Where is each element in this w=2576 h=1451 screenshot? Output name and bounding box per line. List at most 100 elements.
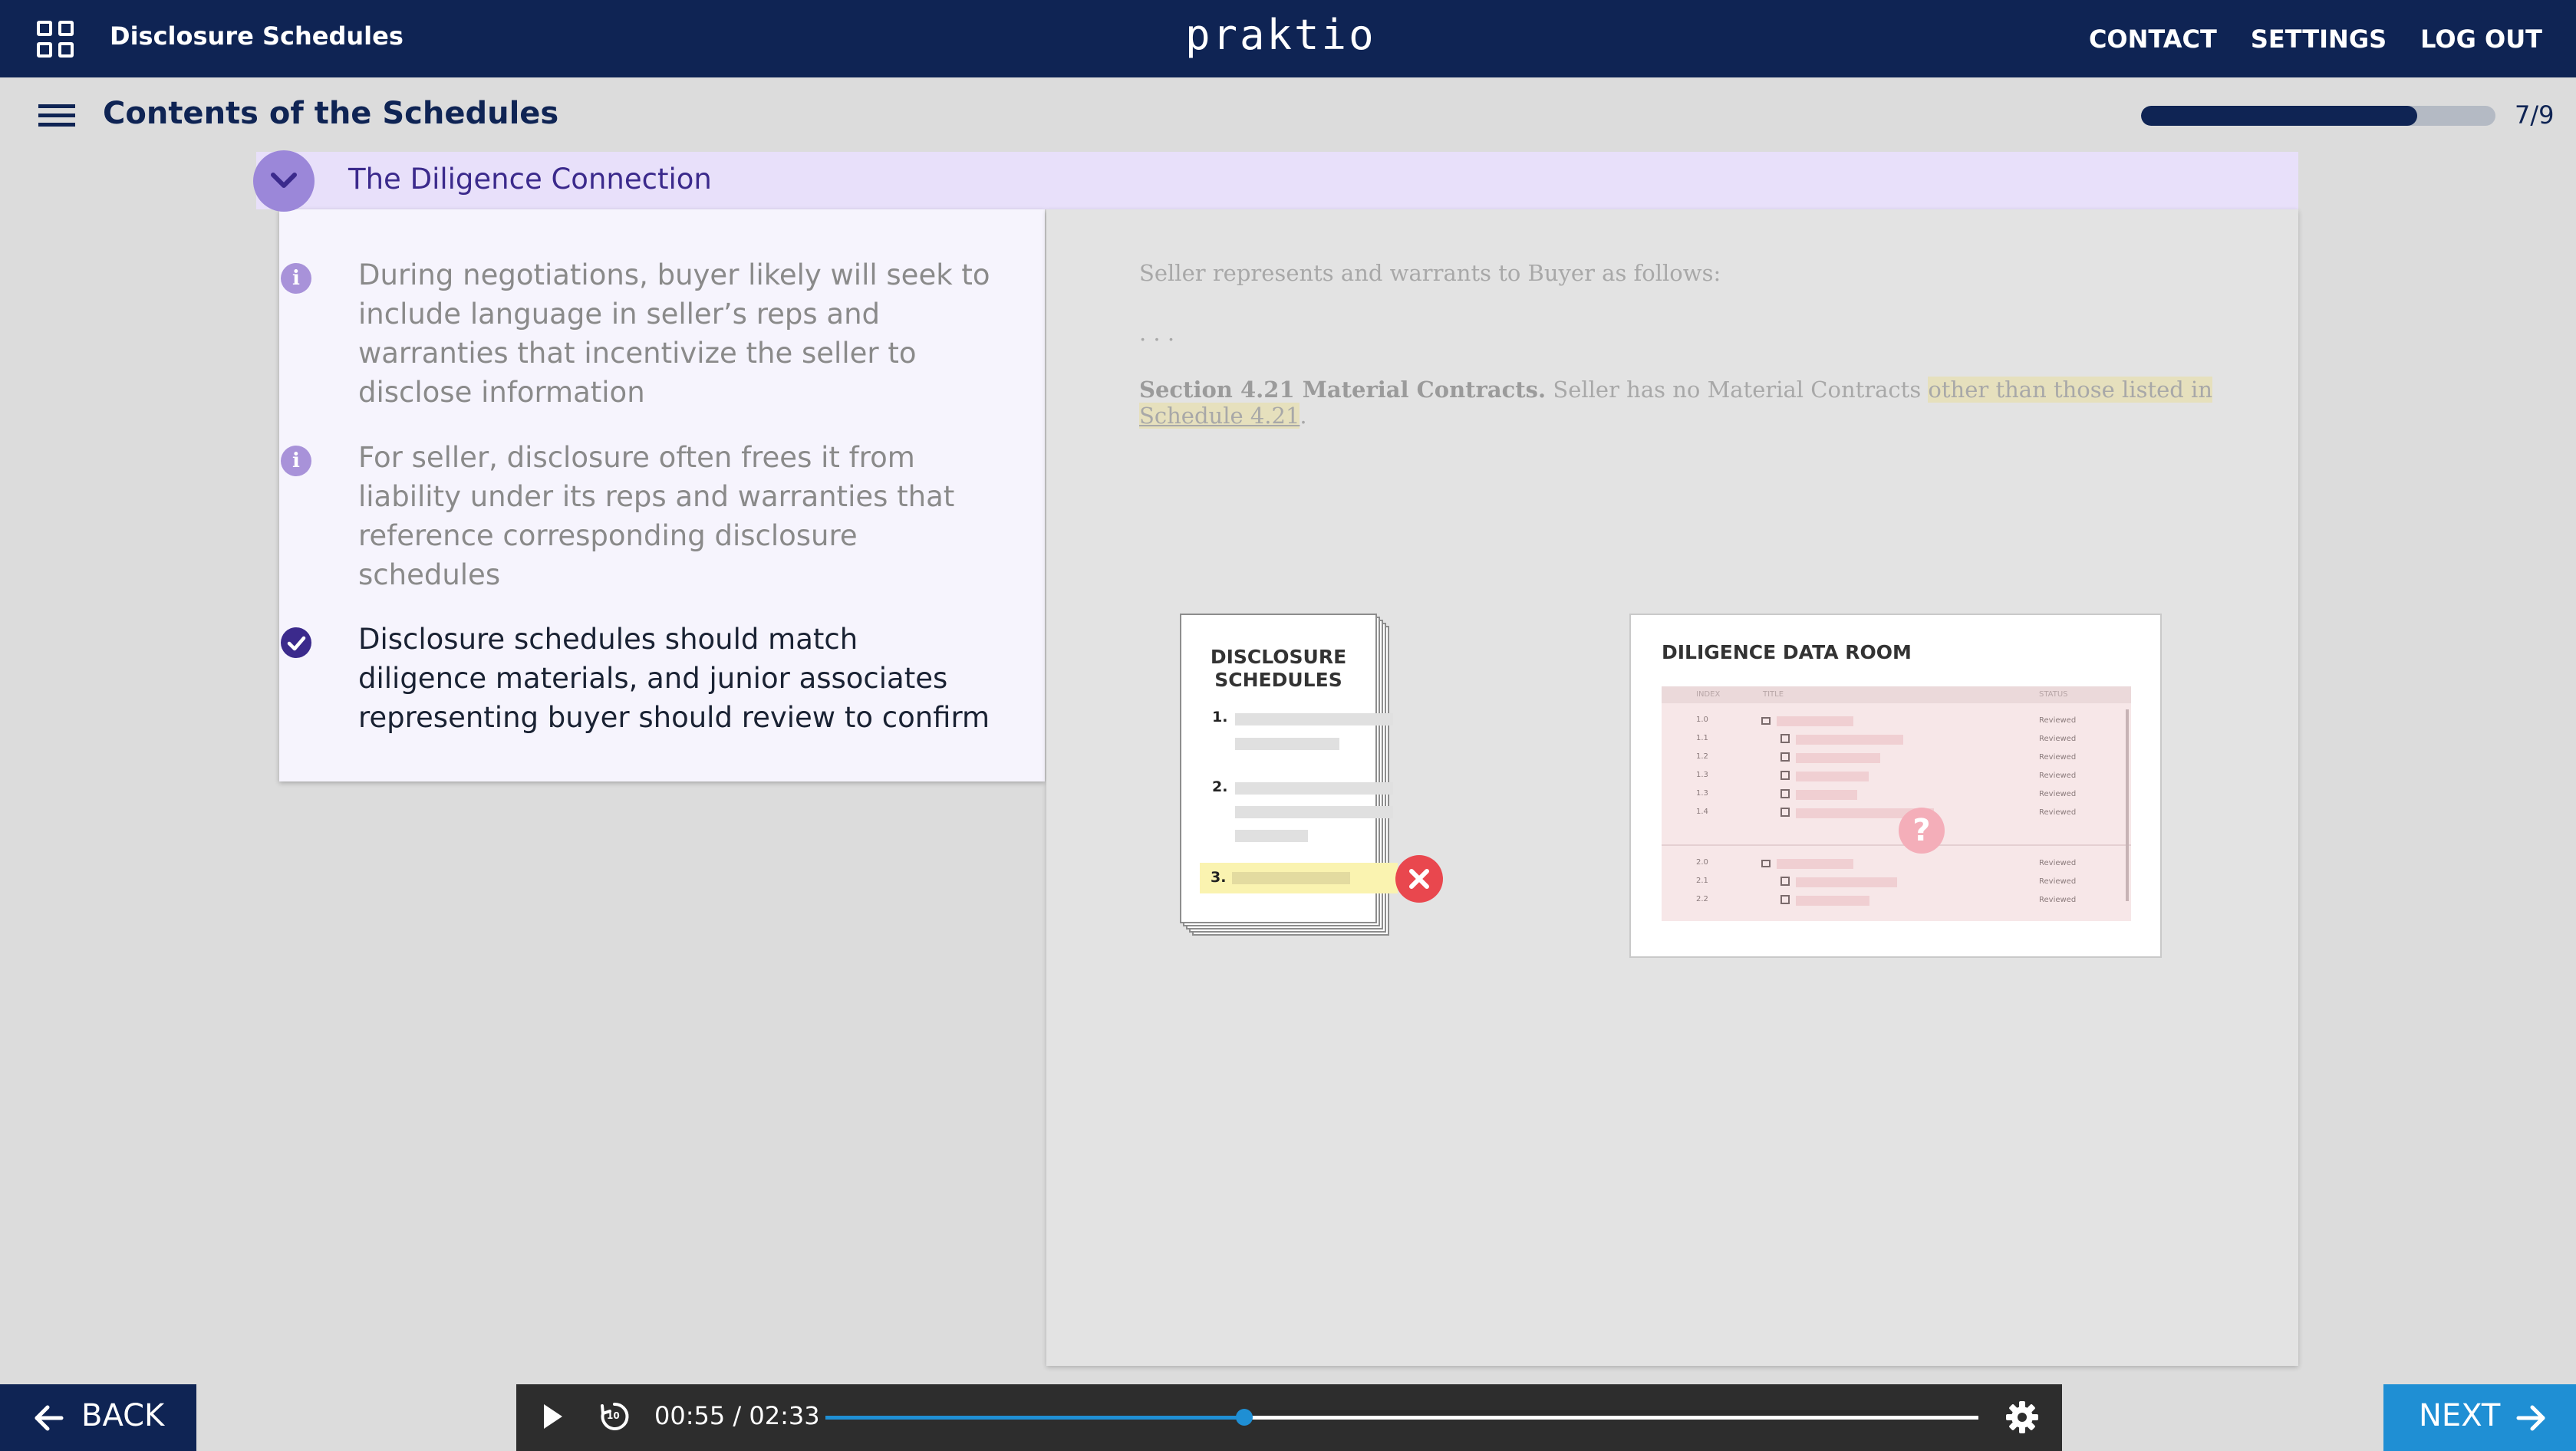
section-heading: Section 4.21 Material Contracts. (1139, 377, 1547, 403)
legal-intro: Seller represents and warrants to Buyer … (1139, 260, 1721, 286)
app-title: Disclosure Schedules (110, 21, 404, 51)
key-point-text: For seller, disclosure often frees it fr… (358, 441, 955, 591)
seek-bar-played (825, 1416, 1244, 1420)
arrow-left-icon (35, 1405, 64, 1431)
video-player-controls: 10 00:55 / 02:33 (516, 1384, 2062, 1451)
schedules-title: DISCLOSURE SCHEDULES (1181, 646, 1375, 692)
x-icon (1395, 855, 1443, 903)
column-header: INDEX (1696, 690, 1721, 699)
diligence-data-room-illustration: DILIGENCE DATA ROOM INDEX TITLE STATUS 1… (1629, 614, 2162, 958)
row-index: 1.3 (1696, 789, 1708, 798)
row-index: 2.1 (1696, 877, 1708, 885)
highlight-text: other than those listed in (1928, 377, 2213, 403)
replay-seconds-label: 10 (607, 1410, 620, 1421)
info-icon: i (281, 446, 311, 476)
folder-icon (1761, 717, 1771, 725)
file-icon (1780, 877, 1790, 886)
sub-header: Contents of the Schedules 7/9 (0, 77, 2576, 153)
progress-counter: 7/9 (2515, 100, 2555, 130)
back-label: BACK (81, 1398, 165, 1433)
table-row: 1.2 Reviewed (1662, 749, 2131, 766)
title-placeholder (1796, 735, 1903, 745)
table-row: 1.1 Reviewed (1662, 731, 2131, 748)
title-placeholder (1796, 790, 1857, 800)
back-button[interactable]: BACK (0, 1384, 196, 1451)
data-room-title: DILIGENCE DATA ROOM (1662, 641, 1912, 663)
collapse-toggle-button[interactable] (253, 150, 315, 212)
schedule-item-number: 2. (1212, 778, 1228, 795)
title-placeholder (1796, 753, 1880, 763)
file-icon (1780, 895, 1790, 904)
next-button[interactable]: NEXT (2383, 1384, 2576, 1451)
file-icon (1780, 752, 1790, 762)
logout-link[interactable]: LOG OUT (2420, 25, 2542, 54)
key-points-panel: i During negotiations, buyer likely will… (279, 209, 1045, 781)
file-icon (1780, 789, 1790, 798)
info-icon: i (281, 263, 311, 294)
schedules-title-line: SCHEDULES (1214, 669, 1342, 691)
schedule-item-number: 1. (1212, 709, 1228, 726)
seek-bar[interactable] (825, 1409, 1978, 1426)
row-status: Reviewed (2039, 790, 2077, 798)
legal-section-4-21: Section 4.21 Material Contracts. Seller … (1139, 377, 2298, 429)
apps-grid-icon[interactable] (37, 21, 74, 58)
contents-list-icon[interactable] (38, 104, 75, 127)
title-placeholder (1796, 877, 1897, 887)
key-point-item: i During negotiations, buyer likely will… (281, 255, 995, 412)
title-placeholder (1777, 716, 1853, 726)
key-point-item: Disclosure schedules should match dilige… (281, 620, 995, 737)
column-header: TITLE (1763, 690, 1784, 699)
row-status: Reviewed (2039, 772, 2077, 780)
title-placeholder (1796, 772, 1869, 781)
check-icon (281, 627, 311, 658)
text-placeholder-line (1235, 738, 1339, 750)
title-placeholder (1796, 896, 1869, 906)
column-header: STATUS (2039, 690, 2068, 699)
row-index: 2.0 (1696, 858, 1708, 867)
table-row: 1.3 Reviewed (1662, 786, 2131, 803)
schedule-item-number: 3. (1211, 869, 1227, 886)
replay-10-icon[interactable]: 10 (598, 1400, 631, 1433)
key-point-item: i For seller, disclosure often frees it … (281, 438, 995, 594)
row-index: 1.3 (1696, 771, 1708, 779)
schedules-title-line: DISCLOSURE (1210, 646, 1347, 668)
table-row: 2.0 Reviewed (1662, 855, 2131, 872)
highlighted-schedule-item: 3. (1200, 863, 1398, 893)
row-status: Reviewed (2039, 735, 2077, 743)
playback-time: 00:55 / 02:33 (654, 1401, 820, 1430)
table-row: 1.4 Reviewed (1662, 804, 2131, 821)
text-placeholder-line (1232, 872, 1350, 884)
row-index: 1.2 (1696, 752, 1708, 761)
legal-ellipsis: . . . (1139, 320, 1175, 346)
top-bar: Disclosure Schedules praktio CONTACT SET… (0, 0, 2576, 77)
table-header: INDEX TITLE STATUS (1662, 686, 2131, 703)
contact-link[interactable]: CONTACT (2089, 25, 2217, 54)
table-row: 2.2 Reviewed (1662, 892, 2131, 909)
settings-link[interactable]: SETTINGS (2251, 25, 2387, 54)
row-index: 2.2 (1696, 895, 1708, 903)
accordion-title: The Diligence Connection (348, 163, 712, 196)
section-body: Seller has no Material Contracts (1546, 377, 1929, 403)
row-status: Reviewed (2039, 896, 2077, 904)
row-index: 1.1 (1696, 734, 1708, 742)
row-status: Reviewed (2039, 877, 2077, 886)
row-status: Reviewed (2039, 808, 2077, 817)
row-status: Reviewed (2039, 753, 2077, 762)
key-point-text: Disclosure schedules should match dilige… (358, 623, 990, 734)
key-point-text: During negotiations, buyer likely will s… (358, 258, 990, 409)
table-row: 1.3 Reviewed (1662, 768, 2131, 785)
section-title: Contents of the Schedules (103, 96, 559, 131)
gear-icon[interactable] (2004, 1400, 2040, 1435)
row-status: Reviewed (2039, 859, 2077, 867)
section-end: . (1300, 403, 1307, 429)
text-placeholder-line (1235, 782, 1393, 795)
course-progress-fill (2141, 106, 2418, 126)
schedule-link: Schedule 4.21 (1139, 403, 1300, 429)
scrollbar (2126, 709, 2129, 901)
seek-handle[interactable] (1235, 1409, 1253, 1426)
arrow-right-icon (2516, 1405, 2545, 1431)
question-icon: ? (1899, 808, 1945, 854)
section-divider (1662, 844, 2131, 846)
table-row: 1.0 Reviewed (1662, 712, 2131, 729)
play-icon[interactable] (544, 1404, 562, 1429)
